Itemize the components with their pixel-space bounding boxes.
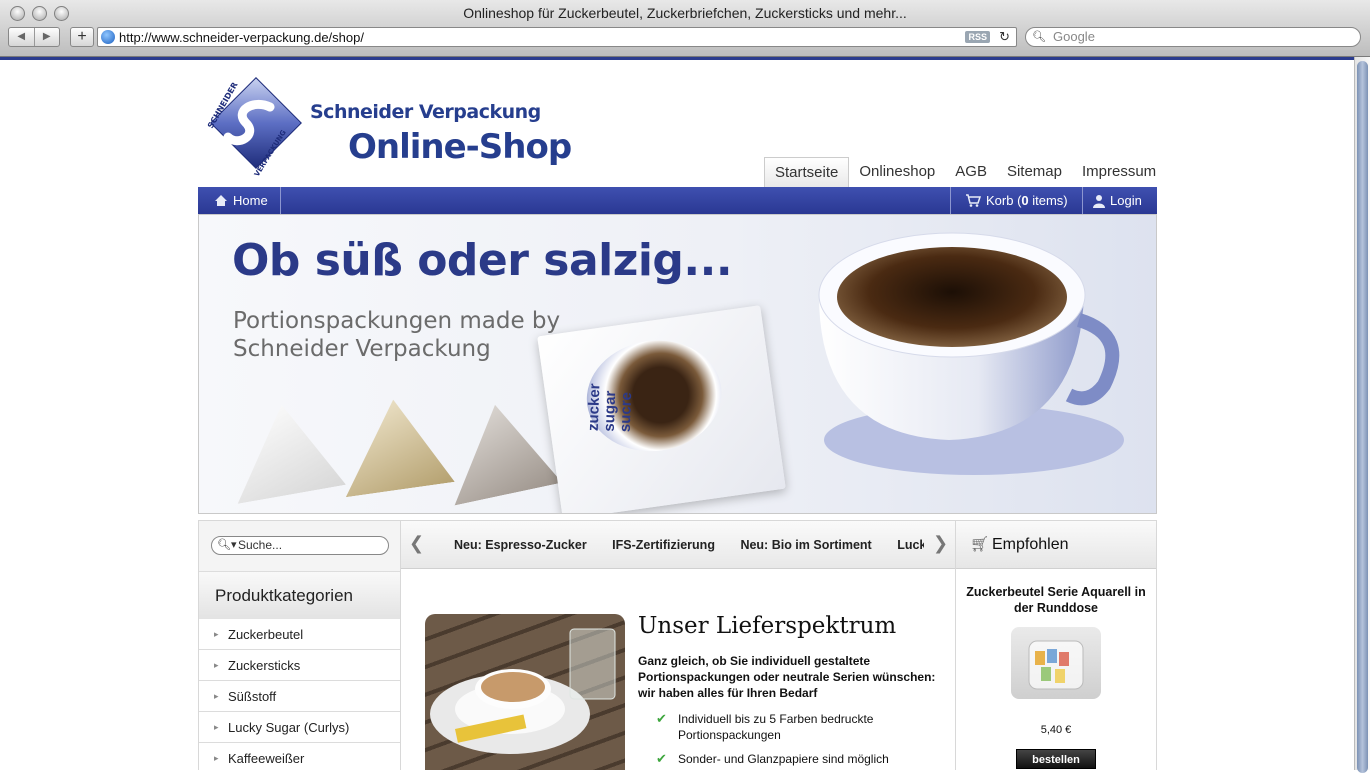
category-item-zuckerbeutel[interactable]: Zuckerbeutel	[199, 619, 400, 650]
ticker-item[interactable]: Neu: Espresso-Zucker	[454, 538, 587, 552]
center-column: ❮ Neu: Espresso-Zucker IFS-Zertifizierun…	[401, 520, 955, 770]
category-item-suessstoff[interactable]: Süßstoff	[199, 681, 400, 712]
home-label: Home	[233, 193, 268, 208]
search-icon: 🔍︎▾	[217, 539, 237, 551]
hero-banner[interactable]: zucker sugar sucre Ob süß oder salzig...…	[198, 214, 1157, 514]
back-forward-buttons: ◀ ▶	[8, 27, 60, 47]
ticker-items: Neu: Espresso-Zucker IFS-Zertifizierung …	[454, 521, 924, 569]
ticker-item[interactable]: Lucky Su	[897, 538, 924, 552]
cart-icon: 🛒︎	[970, 536, 990, 553]
feature-list: Individuell bis zu 5 Farben bedruckte Po…	[656, 711, 946, 770]
login-label: Login	[1110, 193, 1142, 208]
forward-button[interactable]: ▶	[35, 28, 60, 46]
scrollbar[interactable]	[1354, 57, 1370, 773]
user-icon	[1093, 194, 1105, 208]
sachet-image-3	[436, 395, 562, 506]
product-image[interactable]	[1011, 627, 1101, 699]
main-content-area: 🔍︎▾ Suche... Produktkategorien Zuckerbeu…	[198, 520, 1157, 770]
category-item-lucky-sugar[interactable]: Lucky Sugar (Curlys)	[199, 712, 400, 743]
login-link[interactable]: Login	[1083, 187, 1152, 214]
categories-heading: Produktkategorien	[199, 571, 400, 619]
browser-search-placeholder: Google	[1053, 29, 1095, 44]
search-icon: 🔍︎	[1032, 31, 1046, 43]
home-link[interactable]: Home	[198, 187, 281, 214]
coffee-cup-image	[818, 232, 1124, 475]
schneider-logo[interactable]: SCHNEIDER VERPACKUNG	[198, 77, 308, 182]
address-bar[interactable]: http://www.schneider-verpackung.de/shop/…	[97, 27, 1017, 47]
sachet-image-1	[222, 396, 346, 504]
url-text[interactable]: http://www.schneider-verpackung.de/shop/	[119, 28, 364, 47]
sachet-image-2	[333, 393, 454, 497]
nav-impressum[interactable]: Impressum	[1072, 157, 1166, 187]
top-navigation: Startseite Onlineshop AGB Sitemap Impres…	[764, 157, 1166, 187]
top-accent-line	[0, 57, 1354, 60]
hero-title: Ob süß oder salzig...	[232, 235, 733, 286]
cart-label: Korb (0 items)	[986, 193, 1068, 208]
back-button[interactable]: ◀	[9, 28, 35, 46]
cart-count: 0	[1021, 193, 1029, 208]
product-name[interactable]: Zuckerbeutel Serie Aquarell in der Rundd…	[956, 584, 1156, 616]
ticker-item[interactable]: Neu: Bio im Sortiment	[740, 538, 871, 552]
ticker-prev-icon[interactable]: ❮	[409, 533, 424, 554]
nav-startseite[interactable]: Startseite	[764, 157, 850, 187]
category-item-kaffeeweisser[interactable]: Kaffeeweißer	[199, 743, 400, 770]
home-icon	[215, 195, 227, 206]
cart-link[interactable]: Korb (0 items)	[950, 187, 1083, 214]
shop-search-input[interactable]: 🔍︎▾ Suche...	[211, 536, 389, 555]
brand-name: Schneider Verpackung	[310, 101, 541, 123]
brand-subtitle: Online-Shop	[348, 127, 572, 167]
web-page: SCHNEIDER VERPACKUNG Schneider Verpackun…	[0, 57, 1354, 770]
packet-text: zucker sugar sucre	[584, 383, 636, 433]
ticker-next-icon[interactable]: ❯	[933, 533, 948, 554]
cafe-photo	[425, 614, 625, 770]
window-title: Onlineshop für Zuckerbeutel, Zuckerbrief…	[463, 5, 907, 21]
feature-item: Sonder- und Glanzpapiere sind möglich	[656, 751, 946, 767]
category-item-zuckersticks[interactable]: Zuckersticks	[199, 650, 400, 681]
ticker-item[interactable]: IFS-Zertifizierung	[612, 538, 715, 552]
nav-sitemap[interactable]: Sitemap	[997, 157, 1072, 187]
browser-search-field[interactable]: 🔍︎ Google	[1025, 27, 1361, 47]
hero-subtitle: Portionspackungen made by Schneider Verp…	[233, 308, 561, 362]
feature-item: Individuell bis zu 5 Farben bedruckte Po…	[656, 711, 946, 743]
order-button[interactable]: bestellen	[1016, 749, 1096, 769]
add-bookmark-button[interactable]: +	[70, 27, 94, 47]
nav-onlineshop[interactable]: Onlineshop	[849, 157, 945, 187]
news-ticker: ❮ Neu: Espresso-Zucker IFS-Zertifizierun…	[401, 521, 955, 569]
scrollbar-thumb[interactable]	[1357, 61, 1368, 773]
reload-icon[interactable]: ↻	[999, 28, 1010, 46]
rss-button[interactable]: RSS	[965, 31, 990, 43]
recommended-box: 🛒︎ Empfohlen Zuckerbeutel Serie Aquarell…	[955, 520, 1157, 770]
account-bar: Home Korb (0 items) Login	[198, 187, 1157, 214]
category-list: Zuckerbeutel Zuckersticks Süßstoff Lucky…	[199, 619, 400, 770]
left-sidebar: 🔍︎▾ Suche... Produktkategorien Zuckerbeu…	[198, 520, 401, 770]
browser-chrome: Onlineshop für Zuckerbeutel, Zuckerbrief…	[0, 0, 1370, 57]
nav-agb[interactable]: AGB	[945, 157, 997, 187]
content-lead: Ganz gleich, ob Sie individuell gestalte…	[638, 654, 936, 700]
recommended-heading: 🛒︎ Empfohlen	[956, 521, 1156, 569]
globe-icon	[101, 30, 115, 44]
cart-icon	[966, 194, 981, 207]
shop-search-placeholder: Suche...	[238, 538, 283, 552]
product-price: 5,40 €	[1040, 724, 1072, 736]
content-title: Unser Lieferspektrum	[638, 613, 897, 639]
